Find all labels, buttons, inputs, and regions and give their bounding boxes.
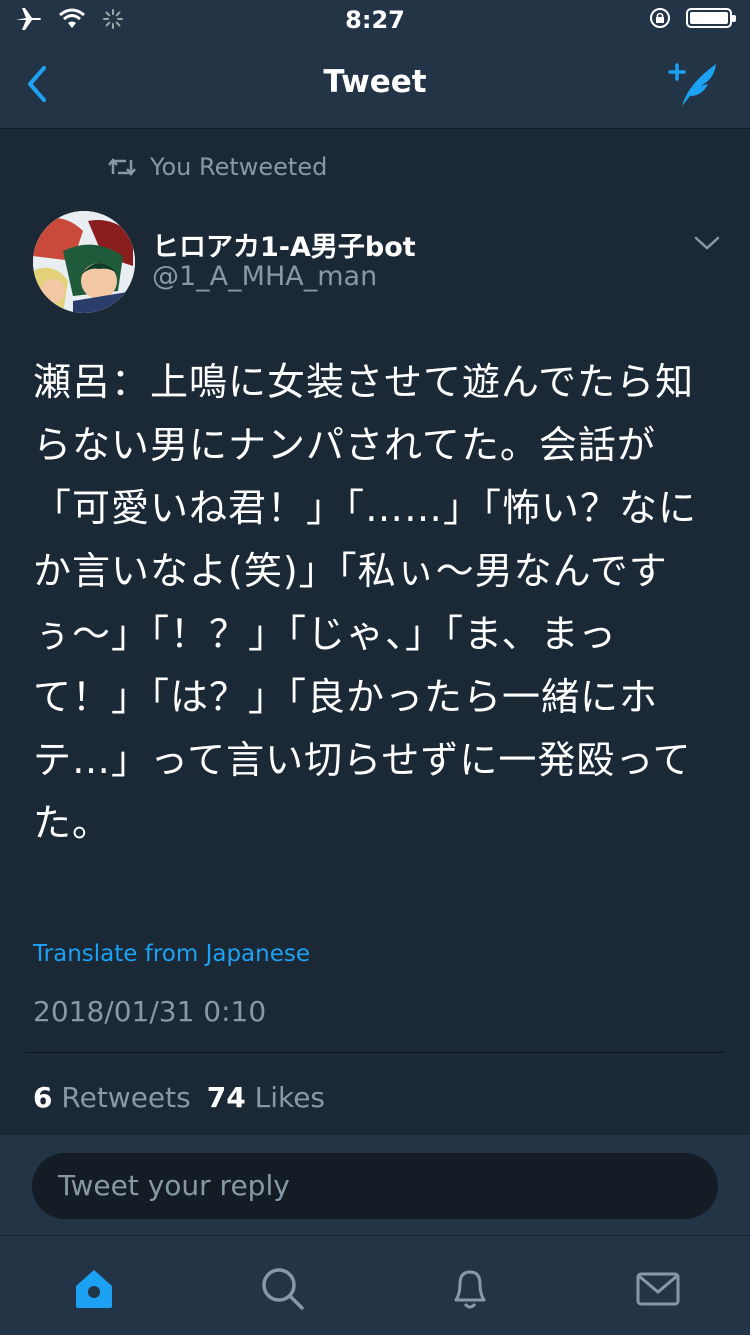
likes-label: Likes [254, 1081, 326, 1114]
tab-home[interactable] [70, 1264, 118, 1312]
tweet-timestamp: 2018/01/31 0:10 [33, 995, 267, 1028]
tab-bar [0, 1235, 750, 1335]
tab-notifications[interactable] [446, 1264, 494, 1312]
avatar-image [33, 211, 135, 313]
retweet-label: You Retweeted [150, 153, 328, 181]
reply-input[interactable]: Tweet your reply [32, 1153, 718, 1219]
messages-envelope-icon [636, 1272, 680, 1306]
likes-count: 74 [206, 1081, 246, 1114]
status-right-icons [648, 6, 736, 30]
tab-messages[interactable] [634, 1264, 682, 1312]
compose-tweet-icon [668, 63, 716, 106]
retweet-indicator: You Retweeted [108, 153, 327, 181]
nav-bar: Tweet [0, 40, 750, 129]
translate-link[interactable]: Translate from Japanese [33, 941, 310, 967]
divider [25, 1052, 725, 1053]
retweets-stat[interactable]: 6 Retweets [33, 1081, 191, 1114]
tab-search[interactable] [258, 1264, 306, 1312]
status-time: 8:27 [345, 6, 405, 34]
retweets-count: 6 [33, 1081, 53, 1114]
tweet-stats: 6 Retweets 74 Likes [33, 1081, 325, 1114]
search-icon [262, 1268, 304, 1310]
rotation-lock-icon [650, 8, 670, 28]
battery-icon [686, 8, 736, 28]
page-title: Tweet [323, 64, 427, 100]
tweet-detail: You Retweeted ヒロアカ1-A男子bot @1_A_MHA_man … [0, 129, 750, 1135]
author-name[interactable]: ヒロアカ1-A男子bot [152, 225, 416, 264]
chevron-down-icon [694, 236, 720, 250]
retweets-label: Retweets [61, 1081, 191, 1114]
tweet-options-button[interactable] [692, 231, 722, 255]
avatar[interactable] [33, 211, 135, 313]
reply-bar: Tweet your reply [0, 1135, 750, 1235]
author-handle[interactable]: @1_A_MHA_man [152, 261, 377, 292]
notifications-bell-icon [454, 1270, 486, 1309]
home-icon [76, 1270, 112, 1308]
status-bar: 8:27 [0, 0, 750, 40]
tweet-text: 瀬呂：上鳴に女装させて遊んでたら知らない男にナンパされてた。会話が「可愛いね君！… [33, 360, 698, 845]
compose-tweet-button[interactable] [666, 58, 722, 110]
retweet-icon [108, 157, 136, 177]
likes-stat[interactable]: 74 Likes [207, 1081, 325, 1114]
